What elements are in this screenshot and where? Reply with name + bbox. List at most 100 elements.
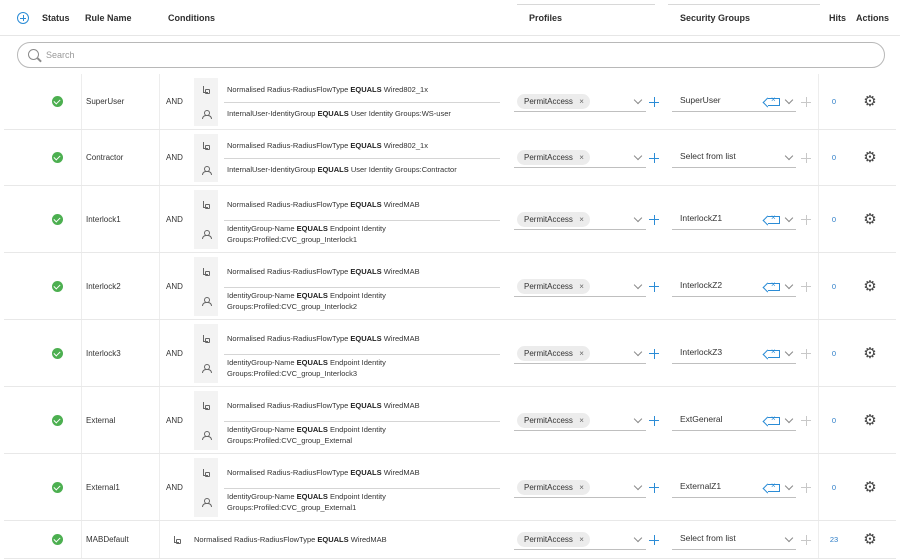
profile-chip[interactable]: PermitAccess ×	[517, 278, 590, 294]
condition-line[interactable]: Normalised Radius-RadiusFlowType EQUALS …	[194, 458, 501, 488]
profile-select[interactable]: PermitAccess ×	[514, 148, 646, 168]
security-group-select[interactable]: InterlockZ1	[672, 210, 796, 230]
remove-profile-icon[interactable]: ×	[579, 150, 584, 165]
status-enabled-icon[interactable]	[52, 481, 63, 493]
rule-name[interactable]: External	[86, 416, 115, 425]
gear-icon[interactable]: ⚙	[863, 480, 877, 495]
condition-line[interactable]: Normalised Radius-RadiusFlowType EQUALS …	[194, 78, 501, 102]
condition-block[interactable]: Normalised Radius-RadiusFlowType EQUALS …	[194, 78, 501, 126]
condition-block[interactable]: Normalised Radius-RadiusFlowType EQUALS …	[194, 324, 501, 383]
add-profile-icon[interactable]	[649, 535, 659, 545]
profile-select[interactable]: PermitAccess ×	[514, 344, 646, 364]
profile-select[interactable]: PermitAccess ×	[514, 530, 646, 550]
condition-line[interactable]: InternalUser-IdentityGroup EQUALS User I…	[194, 102, 501, 126]
add-profile-icon[interactable]	[649, 214, 659, 225]
add-profile-icon[interactable]	[649, 348, 659, 359]
remove-profile-icon[interactable]: ×	[579, 413, 584, 428]
hit-count[interactable]: 23	[824, 535, 844, 544]
condition-block[interactable]: Normalised Radius-RadiusFlowType EQUALS …	[194, 391, 501, 450]
condition-line[interactable]: Normalised Radius-RadiusFlowType EQUALS …	[194, 134, 501, 158]
security-group-select[interactable]: InterlockZ2	[672, 277, 796, 297]
profile-chip[interactable]: PermitAccess ×	[517, 150, 590, 165]
add-security-group-icon[interactable]	[801, 281, 811, 292]
rule-name[interactable]: MABDefault	[86, 535, 129, 544]
add-profile-icon[interactable]	[649, 415, 659, 426]
condition-line[interactable]: IdentityGroup-Name EQUALS Endpoint Ident…	[194, 487, 501, 517]
condition-line[interactable]: IdentityGroup-Name EQUALS Endpoint Ident…	[194, 286, 501, 316]
add-profile-icon[interactable]	[649, 153, 659, 163]
rule-name[interactable]: Interlock1	[86, 215, 121, 224]
hit-count[interactable]: 0	[824, 215, 844, 224]
add-security-group-icon[interactable]	[801, 535, 811, 545]
clear-selection-icon[interactable]	[768, 481, 780, 492]
condition-line[interactable]: Normalised Radius-RadiusFlowType EQUALS …	[194, 324, 501, 354]
status-enabled-icon[interactable]	[52, 96, 63, 107]
add-rule-icon[interactable]	[17, 12, 29, 24]
remove-profile-icon[interactable]: ×	[579, 346, 584, 361]
profile-select[interactable]: PermitAccess ×	[514, 92, 646, 112]
clear-selection-icon[interactable]	[768, 414, 780, 425]
gear-icon[interactable]: ⚙	[863, 212, 877, 227]
rule-name[interactable]: Interlock2	[86, 282, 121, 291]
profile-select[interactable]: PermitAccess ×	[514, 411, 646, 431]
condition-line[interactable]: IdentityGroup-Name EQUALS Endpoint Ident…	[194, 353, 501, 383]
add-security-group-icon[interactable]	[801, 348, 811, 359]
condition-line[interactable]: Normalised Radius-RadiusFlowType EQUALS …	[194, 190, 501, 220]
status-enabled-icon[interactable]	[52, 347, 63, 359]
status-enabled-icon[interactable]	[52, 414, 63, 426]
gear-icon[interactable]: ⚙	[863, 94, 877, 109]
status-enabled-icon[interactable]	[52, 280, 63, 292]
profile-chip[interactable]: PermitAccess ×	[517, 94, 590, 109]
status-enabled-icon[interactable]	[52, 534, 63, 545]
profile-select[interactable]: PermitAccess ×	[514, 277, 646, 297]
condition-line[interactable]: Normalised Radius-RadiusFlowType EQUALS …	[194, 257, 501, 287]
gear-icon[interactable]: ⚙	[863, 346, 877, 361]
hit-count[interactable]: 0	[824, 483, 844, 492]
remove-profile-icon[interactable]: ×	[579, 480, 584, 495]
rule-name[interactable]: Contractor	[86, 153, 123, 162]
hit-count[interactable]: 0	[824, 416, 844, 425]
clear-selection-icon[interactable]	[768, 347, 780, 358]
add-profile-icon[interactable]	[649, 281, 659, 292]
add-security-group-icon[interactable]	[801, 153, 811, 163]
rule-name[interactable]: Interlock3	[86, 349, 121, 358]
condition-line[interactable]: IdentityGroup-Name EQUALS Endpoint Ident…	[194, 420, 501, 450]
add-security-group-icon[interactable]	[801, 415, 811, 426]
condition-block[interactable]: Normalised Radius-RadiusFlowType EQUALS …	[194, 134, 501, 182]
condition-text[interactable]: Normalised Radius-RadiusFlowType EQUALS …	[194, 534, 504, 545]
condition-line[interactable]: InternalUser-IdentityGroup EQUALS User I…	[194, 158, 501, 182]
gear-icon[interactable]: ⚙	[863, 413, 877, 428]
profile-chip[interactable]: PermitAccess ×	[517, 532, 590, 547]
hit-count[interactable]: 0	[824, 282, 844, 291]
profile-chip[interactable]: PermitAccess ×	[517, 211, 590, 227]
remove-profile-icon[interactable]: ×	[579, 532, 584, 547]
add-profile-icon[interactable]	[649, 97, 659, 107]
status-enabled-icon[interactable]	[52, 213, 63, 225]
gear-icon[interactable]: ⚙	[863, 279, 877, 294]
security-group-select[interactable]: ExternalZ1	[672, 478, 796, 498]
security-group-select[interactable]: SuperUser	[672, 92, 796, 112]
hit-count[interactable]: 0	[824, 97, 844, 106]
rule-name[interactable]: External1	[86, 483, 120, 492]
profile-chip[interactable]: PermitAccess ×	[517, 345, 590, 361]
hit-count[interactable]: 0	[824, 153, 844, 162]
profile-chip[interactable]: PermitAccess ×	[517, 412, 590, 428]
condition-line[interactable]: IdentityGroup-Name EQUALS Endpoint Ident…	[194, 219, 501, 249]
search-input[interactable]	[46, 47, 866, 63]
condition-block[interactable]: Normalised Radius-RadiusFlowType EQUALS …	[194, 190, 501, 249]
condition-line[interactable]: Normalised Radius-RadiusFlowType EQUALS …	[194, 391, 501, 421]
profile-select[interactable]: PermitAccess ×	[514, 478, 646, 498]
condition-block[interactable]: Normalised Radius-RadiusFlowType EQUALS …	[194, 458, 501, 517]
status-enabled-icon[interactable]	[52, 152, 63, 163]
hit-count[interactable]: 0	[824, 349, 844, 358]
rule-name[interactable]: SuperUser	[86, 97, 124, 106]
security-group-select[interactable]: ExtGeneral	[672, 411, 796, 431]
condition-block[interactable]: Normalised Radius-RadiusFlowType EQUALS …	[194, 257, 501, 316]
gear-icon[interactable]: ⚙	[863, 532, 877, 547]
clear-selection-icon[interactable]	[768, 95, 780, 106]
security-group-select[interactable]: Select from list	[672, 148, 796, 168]
add-security-group-icon[interactable]	[801, 97, 811, 107]
security-group-select[interactable]: InterlockZ3	[672, 344, 796, 364]
add-security-group-icon[interactable]	[801, 214, 811, 225]
clear-selection-icon[interactable]	[768, 280, 780, 291]
